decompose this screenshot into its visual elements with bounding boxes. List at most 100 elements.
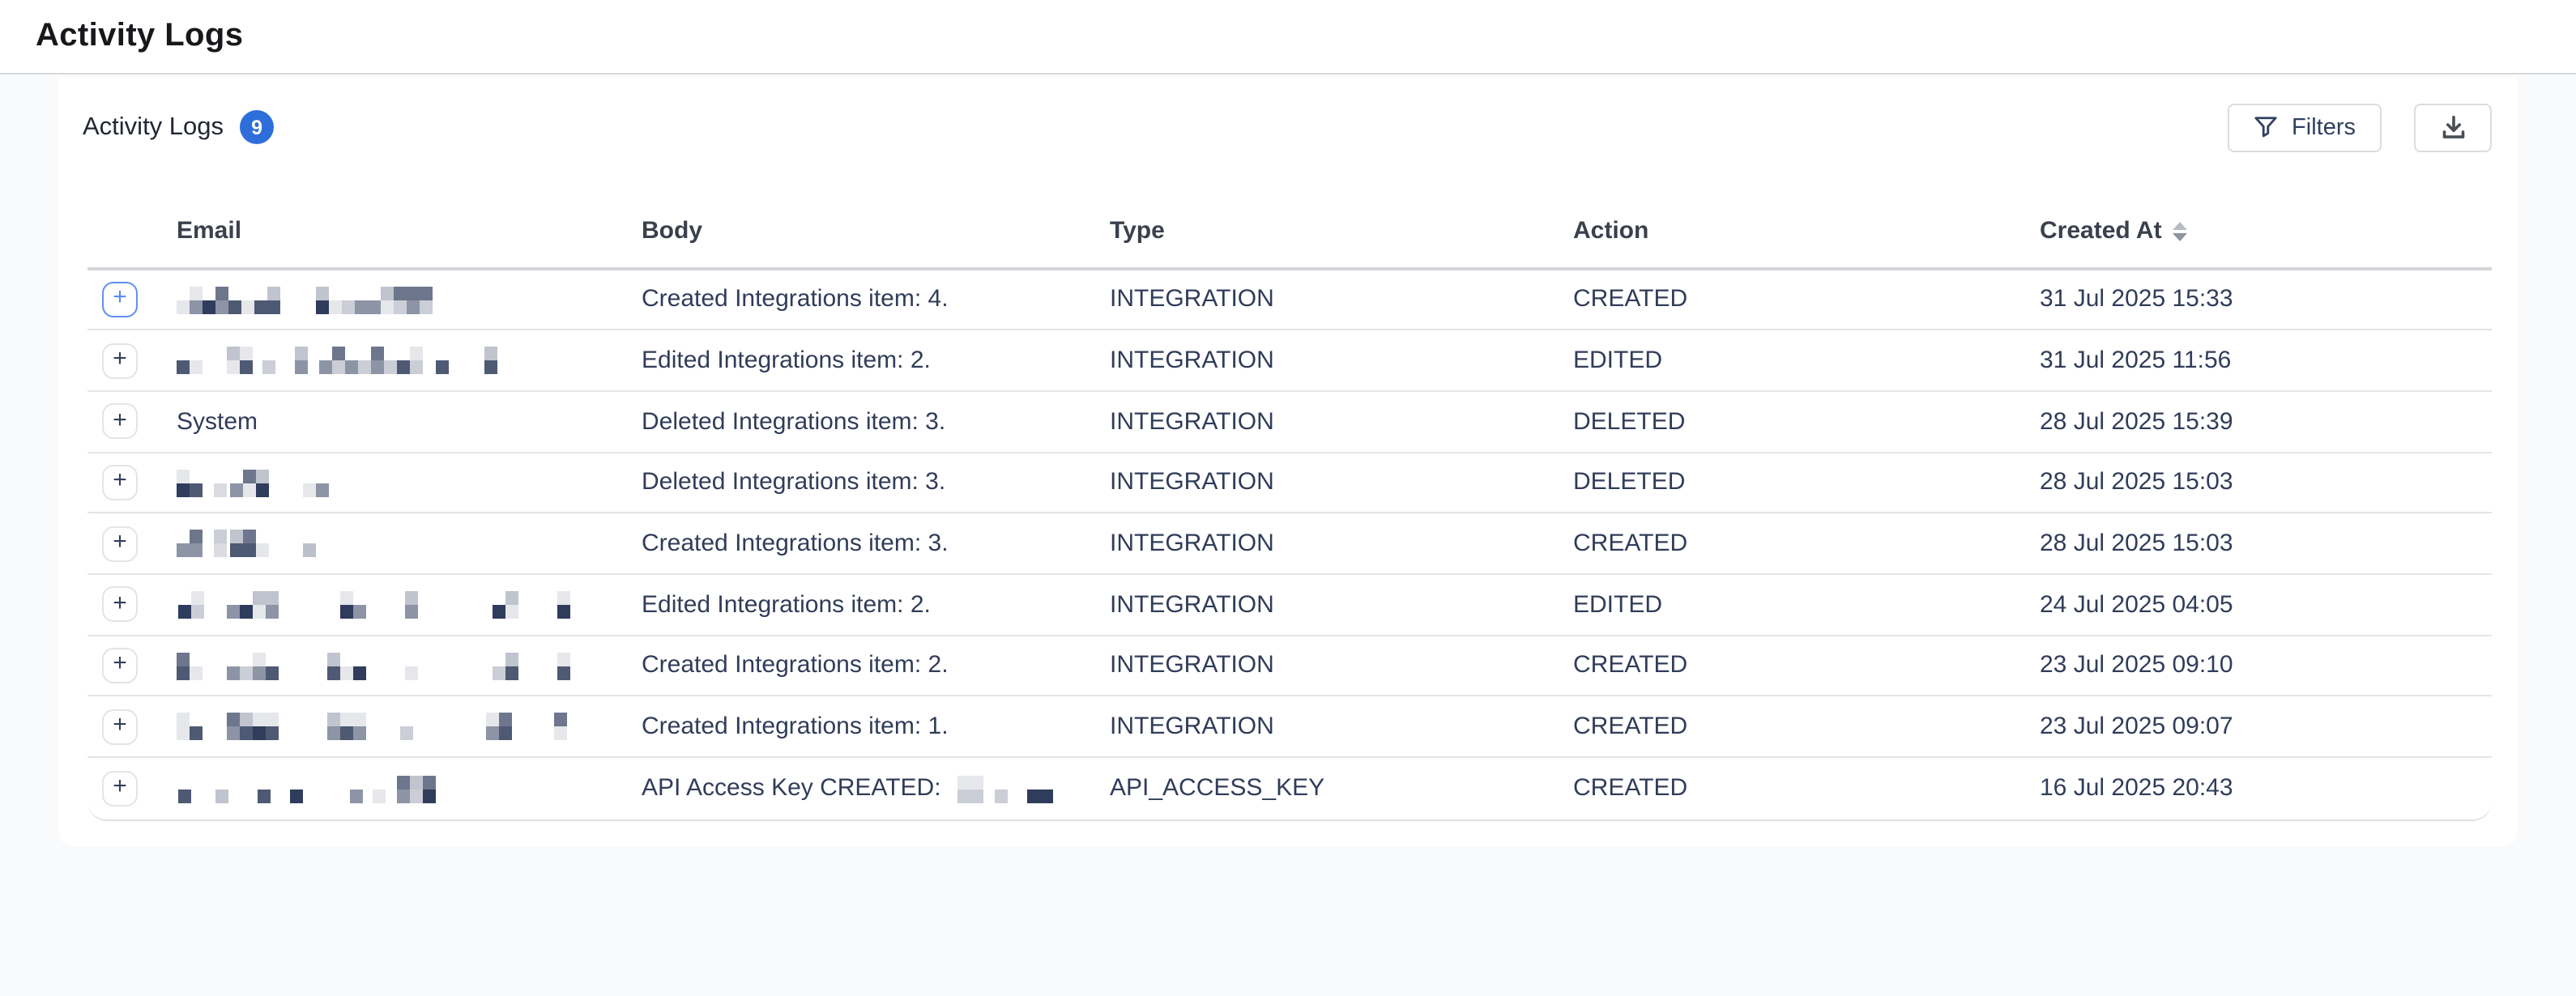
redacted-text	[177, 713, 567, 741]
panel-title-wrap: Activity Logs 9	[83, 110, 274, 144]
created-at-cell: 31 Jul 2025 15:33	[2025, 286, 2492, 313]
email-cell	[162, 651, 627, 679]
body-cell: Edited Integrations item: 2.	[627, 347, 1095, 374]
expand-row-button[interactable]: +	[102, 587, 138, 623]
table-row: + API Access Key CREATED: API_ACCESS_KEY…	[87, 758, 2492, 819]
body-cell: Created Integrations item: 3.	[627, 530, 1095, 557]
body-text: API Access Key CREATED:	[642, 774, 948, 802]
col-header-created-at-label: Created At	[2040, 217, 2162, 245]
action-cell: CREATED	[1559, 713, 2025, 740]
sort-icon[interactable]	[2173, 221, 2188, 240]
body-cell: Created Integrations item: 4.	[627, 286, 1095, 313]
body-text: Created Integrations item: 3.	[642, 530, 949, 557]
action-cell: CREATED	[1559, 652, 2025, 679]
expand-row-button[interactable]: +	[102, 465, 138, 500]
created-at-cell: 23 Jul 2025 09:10	[2025, 652, 2492, 679]
col-header-body: Body	[627, 217, 1095, 245]
redacted-text	[177, 530, 316, 558]
activity-logs-card: Activity Logs 9 Filters	[58, 77, 2518, 846]
expand-cell: +	[87, 709, 162, 744]
body-text: Created Integrations item: 1.	[642, 713, 949, 740]
expand-cell: +	[87, 648, 162, 683]
type-cell: INTEGRATION	[1095, 591, 1559, 619]
expand-cell: +	[87, 343, 162, 378]
expand-row-button[interactable]: +	[102, 343, 138, 378]
filters-button[interactable]: Filters	[2227, 103, 2382, 151]
expand-cell: +	[87, 587, 162, 623]
table-body: + Created Integrations item: 4. INTEGRAT…	[87, 270, 2492, 819]
expand-cell: +	[87, 465, 162, 500]
table-row: + Created Integrations item: 2. INTEGRAT…	[87, 636, 2492, 696]
expand-row-button[interactable]: +	[102, 771, 138, 807]
body-text: Created Integrations item: 2.	[642, 652, 949, 679]
table-row: + Created Integrations item: 1. INTEGRAT…	[87, 697, 2492, 758]
expand-cell: +	[87, 771, 162, 807]
count-badge: 9	[240, 110, 274, 144]
action-cell: CREATED	[1559, 286, 2025, 313]
action-cell: EDITED	[1559, 347, 2025, 374]
type-cell: INTEGRATION	[1095, 407, 1559, 435]
created-at-cell: 28 Jul 2025 15:39	[2025, 407, 2492, 435]
created-at-cell: 31 Jul 2025 11:56	[2025, 347, 2492, 374]
email-cell	[162, 590, 627, 619]
body-text: Deleted Integrations item: 3.	[642, 407, 945, 435]
type-cell: INTEGRATION	[1095, 713, 1559, 740]
expand-row-button[interactable]: +	[102, 709, 138, 744]
expand-cell: +	[87, 403, 162, 439]
table-row: + Edited Integrations item: 2. INTEGRATI…	[87, 575, 2492, 636]
type-cell: INTEGRATION	[1095, 652, 1559, 679]
body-text: Edited Integrations item: 2.	[642, 347, 931, 374]
email-cell	[162, 285, 627, 313]
table-row: + Created Integrations item: 3. INTEGRAT…	[87, 514, 2492, 575]
action-cell: DELETED	[1559, 469, 2025, 496]
expand-row-button[interactable]: +	[102, 282, 138, 317]
body-cell: Deleted Integrations item: 3.	[627, 469, 1095, 496]
body-text: Created Integrations item: 4.	[642, 286, 949, 313]
table-row: + Edited Integrations item: 2. INTEGRATI…	[87, 330, 2492, 391]
redacted-text	[948, 775, 1053, 802]
body-cell: Edited Integrations item: 2.	[627, 591, 1095, 619]
filters-button-label: Filters	[2292, 114, 2356, 140]
redacted-text	[177, 591, 570, 619]
expand-row-button[interactable]: +	[102, 526, 138, 561]
email-cell	[162, 347, 627, 375]
type-cell: INTEGRATION	[1095, 347, 1559, 374]
body-cell: Created Integrations item: 1.	[627, 713, 1095, 740]
table-header-row: Email Body Type Action Created At	[87, 195, 2492, 270]
page-title: Activity Logs	[36, 18, 243, 55]
header-actions: Filters	[2227, 103, 2492, 151]
redacted-text	[177, 775, 436, 802]
type-cell: INTEGRATION	[1095, 469, 1559, 496]
redacted-text	[177, 469, 329, 496]
action-cell: EDITED	[1559, 591, 2025, 619]
created-at-cell: 28 Jul 2025 15:03	[2025, 530, 2492, 557]
type-cell: API_ACCESS_KEY	[1095, 775, 1559, 802]
email-cell	[162, 713, 627, 741]
activity-logs-page: Activity Logs Activity Logs 9 Filters	[0, 0, 2576, 996]
col-header-action: Action	[1559, 217, 2025, 245]
expand-row-button[interactable]: +	[102, 648, 138, 683]
type-cell: INTEGRATION	[1095, 286, 1559, 313]
expand-cell: +	[87, 282, 162, 317]
table-row: + Created Integrations item: 4. INTEGRAT…	[87, 270, 2492, 330]
col-header-created-at[interactable]: Created At	[2025, 217, 2492, 245]
card-header: Activity Logs 9 Filters	[83, 103, 2492, 151]
created-at-cell: 16 Jul 2025 20:43	[2025, 775, 2492, 802]
body-cell: API Access Key CREATED:	[627, 774, 1095, 802]
col-header-email: Email	[162, 217, 627, 245]
col-header-type: Type	[1095, 217, 1559, 245]
created-at-cell: 23 Jul 2025 09:07	[2025, 713, 2492, 740]
email-cell	[162, 468, 627, 496]
activity-logs-table: Email Body Type Action Created At + Crea…	[87, 195, 2492, 820]
funnel-icon	[2253, 115, 2277, 139]
email-cell	[162, 530, 627, 558]
expand-row-button[interactable]: +	[102, 403, 138, 439]
action-cell: CREATED	[1559, 530, 2025, 557]
redacted-text	[177, 286, 433, 313]
table-row: + Deleted Integrations item: 3. INTEGRAT…	[87, 453, 2492, 513]
redacted-text	[177, 347, 497, 375]
download-button[interactable]	[2414, 103, 2492, 151]
redacted-text	[177, 652, 570, 679]
table-row: + System Deleted Integrations item: 3. I…	[87, 392, 2492, 453]
type-cell: INTEGRATION	[1095, 530, 1559, 557]
